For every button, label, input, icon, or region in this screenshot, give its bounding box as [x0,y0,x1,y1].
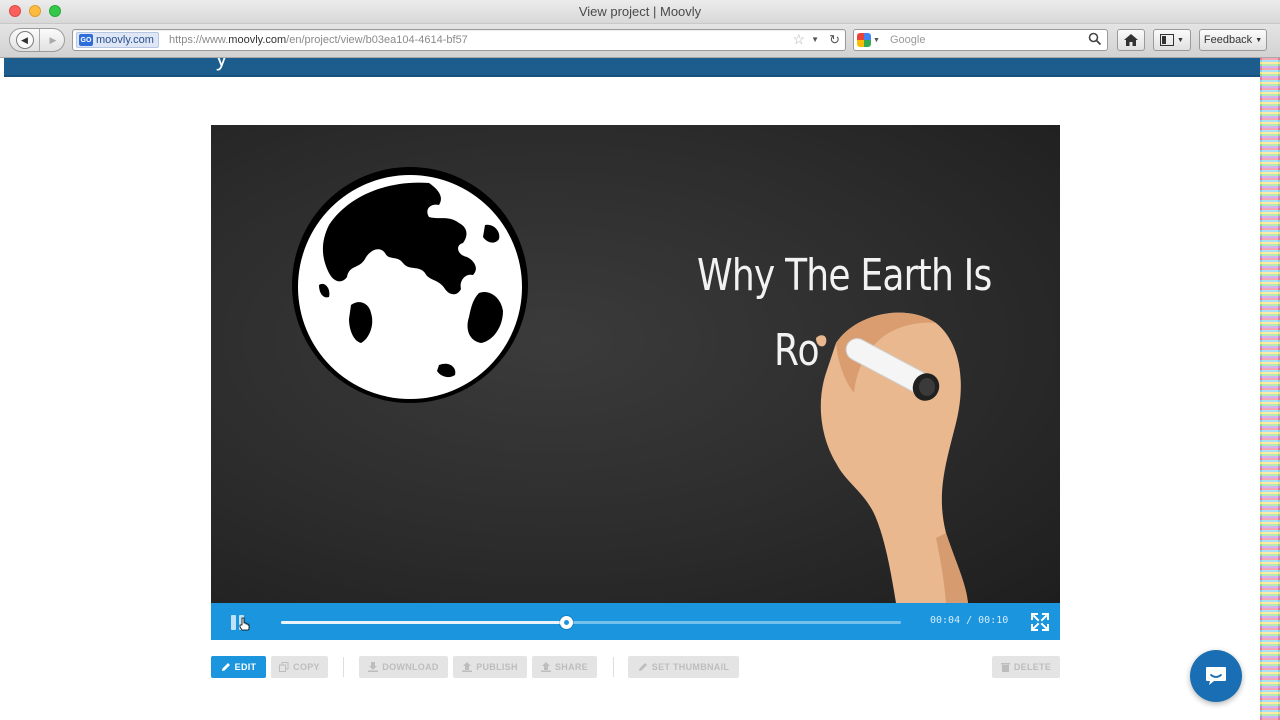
home-button[interactable] [1117,29,1145,51]
url-text[interactable]: https://www.moovly.com/en/project/view/b… [169,34,468,46]
download-icon [368,662,379,672]
magnifier-icon[interactable] [1088,32,1102,46]
video-player[interactable]: Why The Earth Is Ro 00:04 / 00:10 [211,125,1060,640]
video-frame[interactable]: Why The Earth Is Ro [211,125,1060,603]
nav-buttons: ◀ ▶ [9,28,65,52]
pause-icon [231,615,236,630]
window-title: View project | Moovly [578,4,702,19]
site-identity-badge[interactable]: GO moovly.com [76,32,159,48]
delete-label: DELETE [1013,662,1052,672]
download-button[interactable]: DOWNLOAD [359,656,448,678]
share-icon [540,662,551,672]
chat-icon [1206,667,1226,685]
forward-arrow-icon: ▶ [49,34,57,45]
progress-handle[interactable] [560,616,574,629]
copy-icon [279,662,289,672]
set-thumbnail-label: SET THUMBNAIL [651,662,730,672]
url-history-dropdown-icon[interactable]: ▼ [811,35,819,44]
engine-dropdown-icon: ▼ [873,36,880,44]
reload-icon[interactable]: ↻ [829,32,840,48]
sidebar-dropdown-icon: ▼ [1177,36,1184,44]
screen-edge-artifact-overlay [1262,58,1278,720]
time-readout: 00:04 / 00:10 [930,615,1009,626]
publish-label: PUBLISH [476,662,518,672]
fullscreen-icon[interactable] [1030,612,1050,632]
search-bar[interactable]: ▼ Google [853,29,1108,51]
url-domain: moovly.com [228,34,287,46]
trash-icon [1000,663,1010,672]
site-favicon-icon: GO [79,34,93,46]
share-label: SHARE [554,662,588,672]
url-path: /en/project/view/b03ea104-4614-bf57 [286,34,468,46]
header-logo-fragment: y [216,58,228,71]
delete-button[interactable]: DELETE [992,656,1060,678]
home-icon [1124,34,1138,46]
drawing-hand-illustration [816,312,968,603]
browser-toolbar: ◀ ▶ GO moovly.com https://www.moovly.com… [0,24,1280,58]
sidebar-button[interactable]: ▼ [1153,29,1191,51]
copy-label: COPY [293,662,320,672]
globe-illustration [292,167,528,403]
chat-support-button[interactable] [1190,650,1242,702]
action-divider [613,657,614,677]
publish-button[interactable]: PUBLISH [453,656,527,678]
edit-label: EDIT [234,662,257,672]
address-bar[interactable]: GO moovly.com https://www.moovly.com/en/… [72,29,846,51]
pencil-icon [638,663,647,671]
back-button[interactable]: ◀ [10,29,40,51]
copy-button[interactable]: COPY [271,656,328,678]
progress-fill [281,621,567,624]
sidebar-icon [1160,34,1175,46]
edit-button[interactable]: EDIT [211,656,266,678]
set-thumbnail-button[interactable]: SET THUMBNAIL [628,656,739,678]
feedback-label: Feedback [1203,34,1253,46]
player-controls: 00:04 / 00:10 [211,603,1060,640]
feedback-button[interactable]: Feedback ▼ [1199,29,1267,51]
mouse-cursor-icon [239,617,250,631]
search-placeholder: Google [890,34,926,46]
window-titlebar: View project | Moovly [0,0,1280,24]
pencil-icon [221,663,230,671]
video-title-line-1: Why The Earth Is [697,250,992,301]
site-badge-label: moovly.com [96,34,154,46]
download-label: DOWNLOAD [382,662,439,672]
url-prefix: https://www. [169,34,229,46]
action-divider [343,657,344,677]
star-icon[interactable]: ☆ [792,31,805,48]
project-actions: EDIT COPY DOWNLOAD PUBLISH SHARE SET THU… [211,656,1060,678]
back-arrow-icon: ◀ [15,31,34,49]
share-button[interactable]: SHARE [532,656,597,678]
search-engine-selector[interactable]: ▼ [857,32,885,48]
forward-button[interactable]: ▶ [41,29,64,51]
upload-icon [462,662,473,672]
progress-slider[interactable] [281,616,901,629]
google-icon [857,33,871,47]
feedback-dropdown-icon: ▼ [1255,36,1263,44]
site-header: y [4,58,1260,77]
